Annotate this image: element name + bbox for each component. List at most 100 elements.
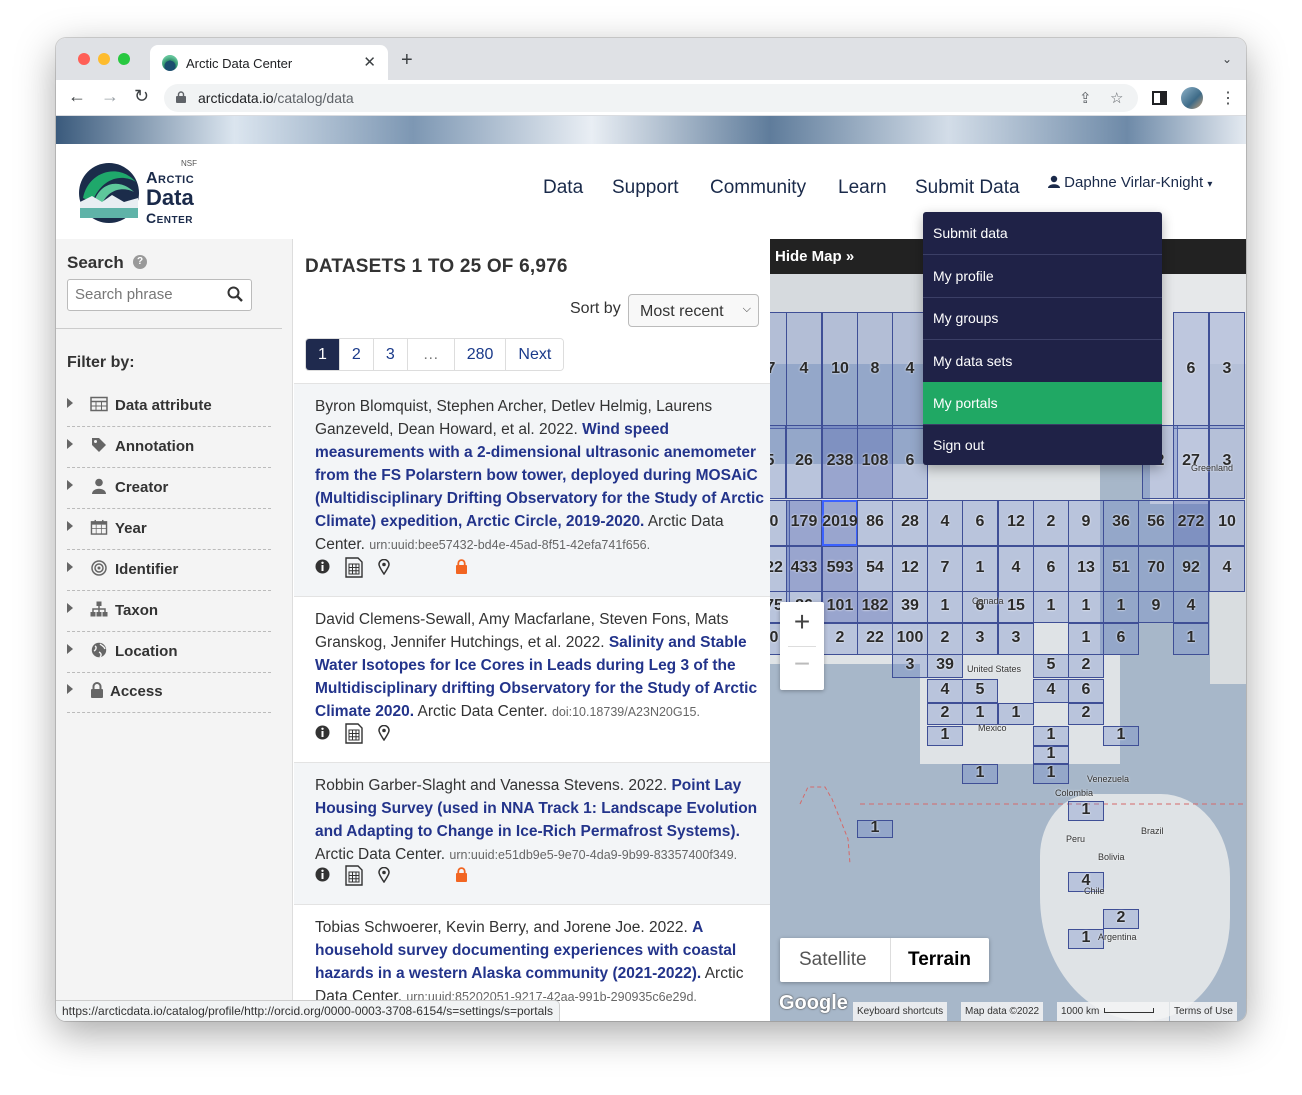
- filter-by-label: Filter by:: [67, 354, 135, 371]
- nav-submit-data[interactable]: Submit Data: [915, 177, 1020, 199]
- new-tab-icon[interactable]: +: [401, 49, 413, 72]
- page-1-button[interactable]: 1: [306, 339, 339, 370]
- spreadsheet-icon[interactable]: [345, 557, 363, 583]
- page-280-button[interactable]: 280: [453, 339, 506, 370]
- citation-publisher: Arctic Data Center.: [417, 703, 548, 720]
- info-icon[interactable]: [315, 559, 330, 579]
- close-window-button[interactable]: [78, 53, 90, 65]
- map-marker-icon[interactable]: [378, 866, 390, 888]
- calendar-icon: [90, 519, 108, 535]
- bookmark-star-icon[interactable]: ☆: [1110, 89, 1123, 107]
- filter-creator[interactable]: Creator: [67, 468, 271, 509]
- terrain-button[interactable]: Terrain: [908, 949, 971, 971]
- nav-data[interactable]: Data: [543, 177, 583, 199]
- hide-map-button[interactable]: Hide Map »: [775, 248, 854, 265]
- nav-learn[interactable]: Learn: [838, 177, 887, 199]
- filter-location[interactable]: Location: [67, 632, 271, 673]
- scale-bar[interactable]: 1000 km: [1057, 1002, 1169, 1021]
- citation: Tobias Schwoerer, Kevin Berry, and Joren…: [315, 916, 767, 1009]
- citation: Byron Blomquist, Stephen Archer, Detlev …: [315, 395, 767, 557]
- back-arrow-icon[interactable]: ←: [68, 86, 86, 107]
- map-tile-count: 26: [795, 452, 813, 469]
- terms-of-use-link[interactable]: Terms of Use: [1170, 1002, 1237, 1021]
- search-field[interactable]: [67, 279, 252, 311]
- menu-item-my-profile[interactable]: My profile: [923, 255, 1162, 298]
- filter-taxon[interactable]: Taxon: [67, 591, 271, 632]
- map-type-divider: [890, 938, 891, 982]
- page-3-button[interactable]: 3: [372, 339, 407, 370]
- menu-item-label: My groups: [933, 310, 999, 326]
- search-icon[interactable]: [227, 286, 243, 302]
- map-tile-count: 5: [975, 681, 985, 698]
- address-bar[interactable]: arcticdata.io/catalog/data ⇪ ☆: [164, 84, 1138, 112]
- help-icon[interactable]: ?: [133, 255, 147, 269]
- filter-data-attribute[interactable]: Data attribute: [67, 386, 271, 427]
- filter-sidebar: Search ? Filter by: Data attribute Annot…: [56, 239, 293, 1021]
- map-label-peru: Peru: [1066, 834, 1086, 844]
- reload-icon[interactable]: ↻: [134, 86, 149, 107]
- map-data-attribution[interactable]: Map data ©2022: [961, 1002, 1044, 1021]
- citation-publisher: Arctic Data Center.: [315, 846, 446, 863]
- menu-item-my-data-sets[interactable]: My data sets: [923, 340, 1162, 383]
- menu-item-label: My profile: [933, 268, 994, 284]
- minimize-window-button[interactable]: [98, 53, 110, 65]
- browser-tab[interactable]: Arctic Data Center ✕: [150, 45, 388, 80]
- zoom-in-button[interactable]: +: [780, 606, 824, 638]
- browser-toolbar: ← → ↻ arcticdata.io/catalog/data ⇪ ☆ ⋮: [56, 80, 1246, 116]
- nav-community[interactable]: Community: [710, 177, 806, 199]
- browser-menu-icon[interactable]: ⋮: [1220, 88, 1236, 108]
- nav-support[interactable]: Support: [612, 177, 679, 199]
- menu-item-my-groups[interactable]: My groups: [923, 297, 1162, 340]
- filter-year[interactable]: Year: [67, 509, 271, 550]
- menu-item-sign-out[interactable]: Sign out: [923, 424, 1162, 467]
- spreadsheet-icon[interactable]: [345, 723, 363, 749]
- map-tile-count: 3: [905, 656, 915, 673]
- sort-select[interactable]: Most recent ⌵: [628, 294, 759, 327]
- forward-arrow-icon[interactable]: →: [101, 86, 119, 107]
- google-logo[interactable]: Google: [779, 992, 848, 1015]
- filter-access[interactable]: Access: [67, 672, 271, 713]
- side-panel-icon[interactable]: [1152, 91, 1167, 105]
- map-tile-count: 1: [940, 726, 950, 743]
- menu-item-submit-data[interactable]: Submit data: [923, 212, 1162, 255]
- map-tile-count: 1: [1116, 597, 1126, 614]
- dataset-identifier: doi:10.18739/A23N20G15.: [551, 705, 700, 719]
- share-icon[interactable]: ⇪: [1079, 89, 1092, 107]
- map-tile-count: 100: [896, 629, 924, 646]
- pagination: 1 2 3 … 280 Next: [305, 338, 565, 371]
- close-tab-icon[interactable]: ✕: [363, 53, 376, 71]
- profile-avatar[interactable]: [1181, 87, 1203, 109]
- map-label-argentina: Argentina: [1098, 932, 1137, 942]
- filter-identifier[interactable]: Identifier: [67, 550, 271, 591]
- expand-caret-icon: [67, 521, 73, 531]
- zoom-out-button[interactable]: −: [780, 648, 824, 680]
- map-tile-count: 2019: [822, 513, 858, 530]
- menu-item-label: My data sets: [933, 353, 1013, 369]
- menu-item-label: My portals: [933, 395, 998, 411]
- page-2-button[interactable]: 2: [338, 339, 373, 370]
- satellite-button[interactable]: Satellite: [799, 949, 867, 971]
- menu-item-my-portals[interactable]: My portals: [923, 382, 1162, 425]
- next-page-button[interactable]: Next: [505, 339, 564, 370]
- map-tile-count: 4: [1046, 681, 1056, 698]
- user-menu-toggle[interactable]: Daphne Virlar-Knight ▾: [1048, 174, 1212, 191]
- info-icon[interactable]: [315, 867, 330, 887]
- arctic-data-center-logo-icon[interactable]: [78, 162, 140, 224]
- maximize-window-button[interactable]: [118, 53, 130, 65]
- tab-search-chevron-icon[interactable]: ⌄: [1222, 52, 1232, 66]
- sort-value: Most recent: [640, 303, 724, 320]
- map-tile-count: 179: [790, 513, 818, 530]
- filter-annotation[interactable]: Annotation: [67, 427, 271, 468]
- expand-caret-icon: [67, 398, 73, 408]
- map-marker-icon[interactable]: [378, 724, 390, 746]
- keyboard-shortcuts-link[interactable]: Keyboard shortcuts: [853, 1002, 948, 1021]
- map-label-canada: Canada: [972, 596, 1004, 606]
- filter-label: Identifier: [115, 561, 179, 578]
- url-path: /catalog/data: [273, 90, 354, 106]
- spreadsheet-icon[interactable]: [345, 865, 363, 891]
- expand-caret-icon: [67, 562, 73, 572]
- info-icon[interactable]: [315, 725, 330, 745]
- map-tile-count: 2: [1081, 656, 1091, 673]
- search-input[interactable]: [75, 286, 215, 303]
- map-marker-icon[interactable]: [378, 558, 390, 580]
